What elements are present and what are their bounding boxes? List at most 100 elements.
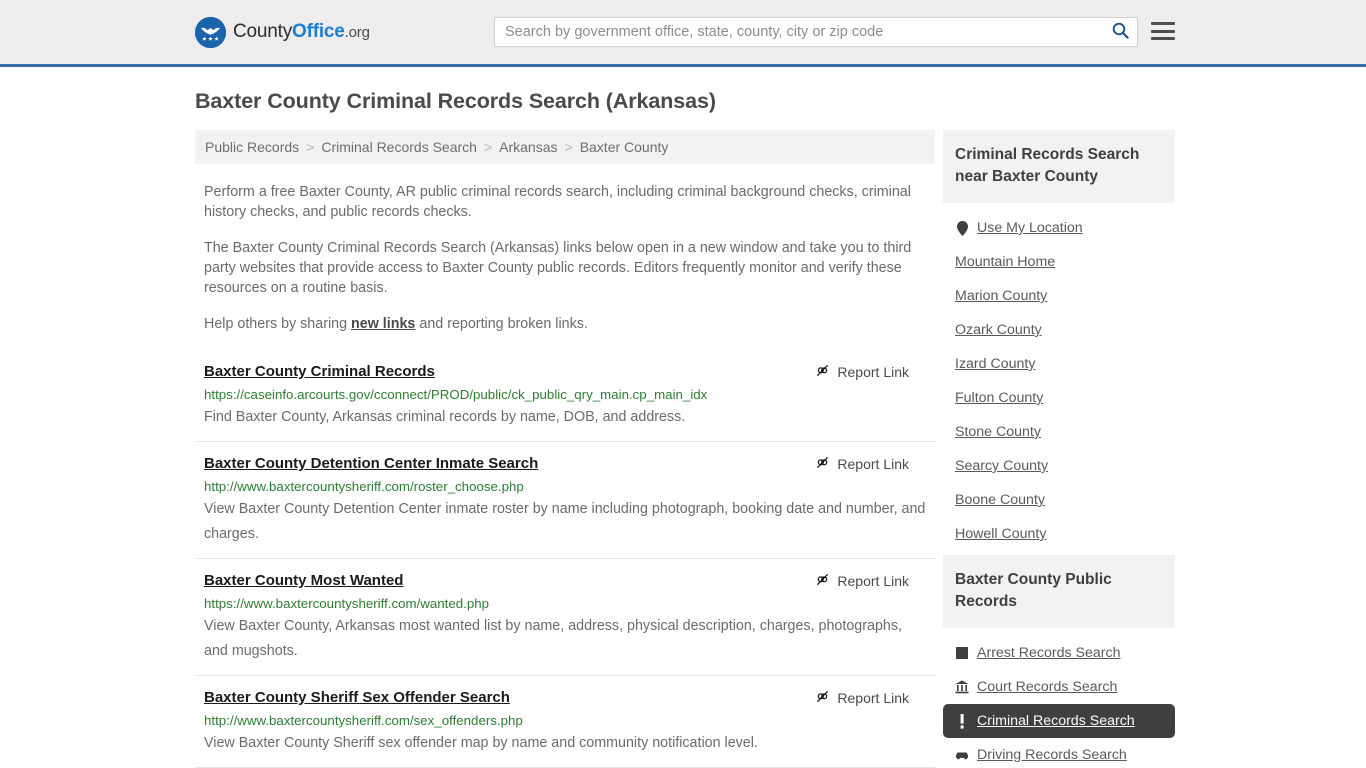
exclamation-icon <box>955 713 969 729</box>
sidebar-item-searcy-county[interactable]: Searcy County <box>943 449 1175 483</box>
breadcrumb-separator: > <box>306 139 315 155</box>
filled-square-icon <box>955 646 969 661</box>
sidebar-public-records-section: Baxter County Public Records Arrest Reco… <box>943 555 1175 768</box>
search-icon <box>1112 22 1129 42</box>
logo-text-office: Office <box>292 21 345 42</box>
intro-paragraph-2: The Baxter County Criminal Records Searc… <box>204 240 912 296</box>
sidebar-item-court-records-search[interactable]: Court Records Search <box>943 670 1175 704</box>
site-logo[interactable]: CountyOffice.org <box>195 16 370 48</box>
report-link-label: Report Link <box>837 690 909 706</box>
result-url: http://www.baxtercountysheriff.com/roste… <box>204 479 524 494</box>
breadcrumb-separator: > <box>483 139 493 155</box>
breadcrumb-item-criminal-records-search[interactable]: Criminal Records Search <box>321 139 477 155</box>
sidebar-item-label[interactable]: Arrest Records Search <box>977 645 1121 661</box>
logo-text: CountyOffice.org <box>233 21 370 43</box>
report-link-label: Report Link <box>837 364 909 380</box>
sidebar-item-boone-county[interactable]: Boone County <box>943 483 1175 517</box>
intro-paragraph-1: Perform a free Baxter County, AR public … <box>204 184 911 220</box>
result-url: https://caseinfo.arcourts.gov/cconnect/P… <box>204 387 708 402</box>
sidebar-item-label[interactable]: Izard County <box>955 356 1035 372</box>
logo-text-county: County <box>233 21 293 42</box>
result-header: Baxter County Most Wanted Report Link <box>204 571 927 590</box>
hamburger-bar <box>1151 37 1175 40</box>
hamburger-bar <box>1151 29 1175 33</box>
main-column: Public Records > Criminal Records Search… <box>195 130 935 768</box>
sidebar-public-records-list: Arrest Records Search Court Records Sear… <box>943 628 1175 768</box>
car-icon <box>955 748 969 763</box>
sidebar-item-label[interactable]: Fulton County <box>955 390 1043 406</box>
broken-link-icon <box>815 455 830 473</box>
page-body: Baxter County Criminal Records Search (A… <box>0 89 1366 768</box>
sidebar-item-label[interactable]: Court Records Search <box>977 679 1117 695</box>
report-link-label: Report Link <box>837 573 909 589</box>
report-link-button[interactable]: Report Link <box>815 363 909 381</box>
sidebar-item-arrest-records-search[interactable]: Arrest Records Search <box>943 636 1175 670</box>
result-item: Baxter County Most Wanted Report Link ht… <box>195 558 935 675</box>
result-header: Baxter County Detention Center Inmate Se… <box>204 454 927 473</box>
result-item: Baxter County Detention Center Inmate Se… <box>195 441 935 558</box>
broken-link-icon <box>815 363 830 381</box>
result-description: View Baxter County, Arkansas most wanted… <box>204 618 902 659</box>
result-title-link[interactable]: Baxter County Detention Center Inmate Se… <box>204 454 538 473</box>
page-title: Baxter County Criminal Records Search (A… <box>195 89 716 113</box>
sidebar-item-label[interactable]: Howell County <box>955 526 1046 542</box>
sidebar-nearby-section: Criminal Records Search near Baxter Coun… <box>943 130 1175 551</box>
intro-section: Perform a free Baxter County, AR public … <box>195 182 935 334</box>
breadcrumb-item-public-records[interactable]: Public Records <box>205 139 299 155</box>
sidebar-public-records-heading: Baxter County Public Records <box>943 555 1175 628</box>
sidebar-item-ozark-county[interactable]: Ozark County <box>943 313 1175 347</box>
sidebar-item-izard-county[interactable]: Izard County <box>943 347 1175 381</box>
result-description: View Baxter County Sheriff sex offender … <box>204 735 758 751</box>
sidebar-item-label[interactable]: Stone County <box>955 424 1041 440</box>
result-url: http://www.baxtercountysheriff.com/sex_o… <box>204 713 523 728</box>
breadcrumb-item-baxter-county[interactable]: Baxter County <box>580 139 669 155</box>
result-title-link[interactable]: Baxter County Criminal Records <box>204 362 435 381</box>
result-description: Find Baxter County, Arkansas criminal re… <box>204 409 686 425</box>
breadcrumb-separator: > <box>564 139 573 155</box>
sidebar-item-label[interactable]: Mountain Home <box>955 254 1055 270</box>
sidebar-item-driving-records-search[interactable]: Driving Records Search <box>943 738 1175 768</box>
new-links-link[interactable]: new links <box>351 316 415 332</box>
search-bar[interactable] <box>494 17 1138 47</box>
sidebar-item-stone-county[interactable]: Stone County <box>943 415 1175 449</box>
report-link-button[interactable]: Report Link <box>815 572 909 590</box>
search-button[interactable] <box>1103 18 1137 46</box>
eagle-stars-seal-icon <box>195 16 226 48</box>
sidebar-item-label[interactable]: Marion County <box>955 288 1047 304</box>
result-header: Baxter County Sheriff Sex Offender Searc… <box>204 688 927 707</box>
intro-paragraph-3: Help others by sharing new links and rep… <box>195 314 935 334</box>
result-item: Baxter County Sheriff Sex Offender Searc… <box>195 675 935 767</box>
breadcrumb: Public Records > Criminal Records Search… <box>195 130 935 164</box>
sidebar-item-label[interactable]: Criminal Records Search <box>977 713 1135 729</box>
sidebar-item-fulton-county[interactable]: Fulton County <box>943 381 1175 415</box>
broken-link-icon <box>815 689 830 707</box>
sidebar-item-mountain-home[interactable]: Mountain Home <box>943 245 1175 279</box>
result-title-link[interactable]: Baxter County Most Wanted <box>204 571 403 590</box>
hamburger-bar <box>1151 22 1175 25</box>
result-description: View Baxter County Detention Center inma… <box>204 501 926 542</box>
intro-text-after-link: and reporting broken links. <box>415 316 588 332</box>
hamburger-menu-icon[interactable] <box>1151 20 1175 42</box>
sidebar-item-criminal-records-search[interactable]: Criminal Records Search <box>943 704 1175 738</box>
result-title-link[interactable]: Baxter County Sheriff Sex Offender Searc… <box>204 688 510 707</box>
sidebar-item-label[interactable]: Boone County <box>955 492 1045 508</box>
sidebar-item-marion-county[interactable]: Marion County <box>943 279 1175 313</box>
report-link-button[interactable]: Report Link <box>815 455 909 473</box>
sidebar-item-label[interactable]: Searcy County <box>955 458 1048 474</box>
sidebar-item-use-my-location[interactable]: Use My Location <box>943 211 1175 245</box>
breadcrumb-item-arkansas[interactable]: Arkansas <box>499 139 557 155</box>
sidebar-nearby-heading: Criminal Records Search near Baxter Coun… <box>943 130 1175 203</box>
sidebar-item-label[interactable]: Ozark County <box>955 322 1042 338</box>
intro-text-before-link: Help others by sharing <box>204 316 352 332</box>
report-link-button[interactable]: Report Link <box>815 689 909 707</box>
sidebar-item-label[interactable]: Driving Records Search <box>977 747 1127 763</box>
sidebar-item-howell-county[interactable]: Howell County <box>943 517 1175 551</box>
content-columns: Public Records > Criminal Records Search… <box>195 130 1366 768</box>
broken-link-icon <box>815 572 830 590</box>
sidebar-item-label[interactable]: Use My Location <box>977 220 1083 236</box>
search-input[interactable] <box>495 18 1103 46</box>
result-url: https://www.baxtercountysheriff.com/want… <box>204 596 490 611</box>
site-header: CountyOffice.org <box>0 0 1366 67</box>
results-list: Baxter County Criminal Records Report Li… <box>195 356 935 768</box>
logo-text-org: .org <box>344 24 370 41</box>
